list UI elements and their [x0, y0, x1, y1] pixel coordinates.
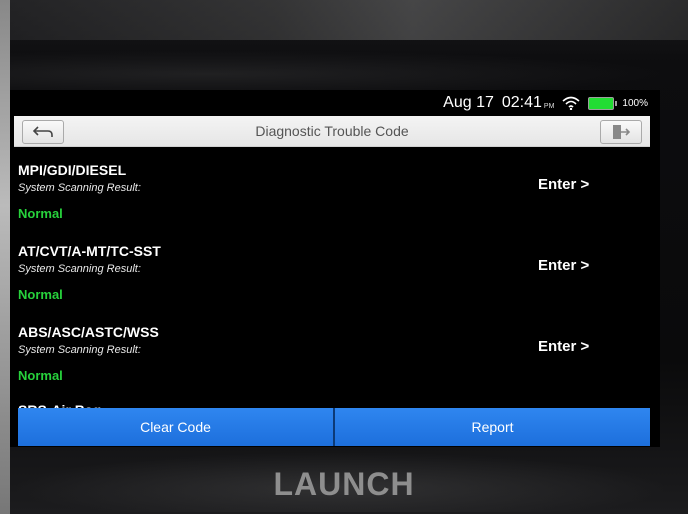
battery-percent: 100%	[622, 97, 648, 109]
status-date: Aug 17	[443, 94, 494, 111]
system-name: AT/CVT/A-MT/TC-SST	[18, 243, 161, 259]
screen-reflection	[10, 50, 670, 90]
scan-status: Normal	[18, 206, 63, 221]
device-photo: Aug 17 02:41 PM 100% Diagnostic Trouble …	[0, 0, 688, 514]
brand-logo: LAUNCH	[273, 466, 415, 502]
system-name: MPI/GDI/DIESEL	[18, 162, 127, 178]
list-item[interactable]: ABS/ASC/ASTC/WSS System Scanning Result:…	[10, 318, 660, 400]
enter-button[interactable]: Enter >	[538, 176, 589, 193]
battery-icon	[588, 96, 618, 110]
wifi-icon	[562, 96, 580, 110]
status-ampm: PM	[543, 102, 555, 110]
scan-status: Normal	[18, 368, 63, 383]
status-time: 02:41	[501, 94, 542, 111]
scan-status: Normal	[18, 287, 63, 302]
list-item[interactable]: AT/CVT/A-MT/TC-SST System Scanning Resul…	[10, 237, 660, 319]
list-item[interactable]: MPI/GDI/DIESEL System Scanning Result: N…	[10, 156, 660, 238]
exit-button[interactable]	[600, 120, 642, 144]
enter-button[interactable]: Enter >	[538, 338, 589, 355]
action-bar: Clear Code Report	[18, 408, 650, 446]
title-bar: Diagnostic Trouble Code	[14, 116, 650, 147]
exit-icon	[613, 125, 631, 139]
status-indicators: Aug 17 02:41 PM 100%	[443, 93, 648, 113]
system-list: MPI/GDI/DIESEL System Scanning Result: N…	[10, 156, 660, 410]
bezel-edge	[0, 0, 10, 514]
device-screen: Aug 17 02:41 PM 100% Diagnostic Trouble …	[10, 90, 660, 447]
scan-result-label: System Scanning Result:	[18, 263, 141, 275]
system-name: ABS/ASC/ASTC/WSS	[18, 324, 159, 340]
enter-button[interactable]: Enter >	[538, 257, 589, 274]
clear-code-button[interactable]: Clear Code	[18, 408, 333, 446]
scan-result-label: System Scanning Result:	[18, 344, 141, 356]
report-button[interactable]: Report	[335, 408, 650, 446]
bezel-glare	[0, 0, 688, 40]
status-bar: Aug 17 02:41 PM 100%	[10, 90, 660, 114]
scan-result-label: System Scanning Result:	[18, 182, 141, 194]
page-title: Diagnostic Trouble Code	[255, 123, 409, 139]
